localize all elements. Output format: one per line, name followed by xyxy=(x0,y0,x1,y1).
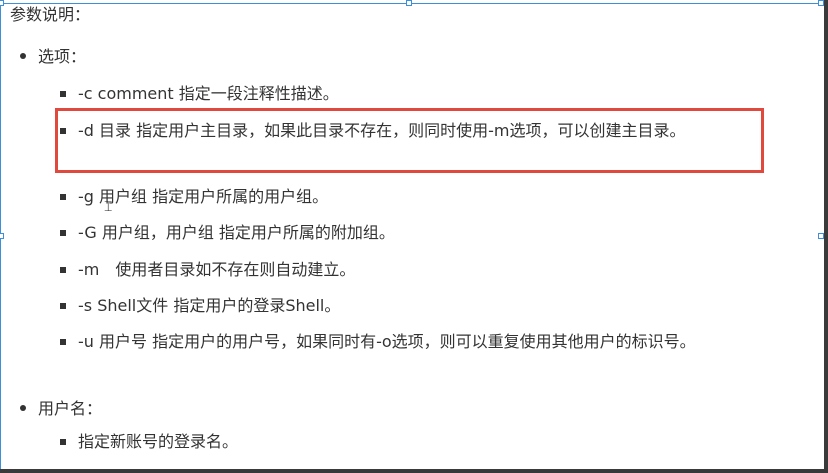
list-item: -g 用户组 指定用户所属的用户组。 xyxy=(60,184,750,209)
list-item-text: -g 用户组 指定用户所属的用户组。 xyxy=(78,187,329,206)
list-item: -u 用户号 指定用户的用户号，如果同时有-o选项，则可以重复使用其他用户的标识… xyxy=(60,329,750,354)
list-item: -G 用户组，用户组 指定用户所属的附加组。 xyxy=(60,220,750,245)
square-bullet-icon xyxy=(60,439,66,445)
resize-handle-top-right[interactable] xyxy=(818,0,824,6)
section-label: 用户名： xyxy=(38,399,103,418)
document-canvas: 参数说明： 选项： -c comment 指定一段注释性描述。 -d 目录 指定… xyxy=(0,0,828,473)
resize-handle-top-left[interactable] xyxy=(0,0,4,6)
square-bullet-icon xyxy=(60,303,66,309)
resize-handle-middle-right[interactable] xyxy=(818,233,824,239)
list-item: -s Shell文件 指定用户的登录Shell。 xyxy=(60,293,750,318)
square-bullet-icon xyxy=(60,339,66,345)
list-item-text: 指定新账号的登录名。 xyxy=(78,432,239,451)
square-bullet-icon xyxy=(60,267,66,273)
text-cursor-icon: ⌶ xyxy=(104,199,113,215)
list-item-text: -s Shell文件 指定用户的登录Shell。 xyxy=(78,296,341,315)
section-label: 选项： xyxy=(38,47,87,66)
section-options: 选项： xyxy=(20,46,86,68)
square-bullet-icon xyxy=(60,91,66,97)
list-item: 指定新账号的登录名。 xyxy=(60,429,750,454)
section-username: 用户名： xyxy=(20,398,102,420)
square-bullet-icon xyxy=(60,194,66,200)
list-item: -m 使用者目录如不存在则自动建立。 xyxy=(60,257,750,282)
selection-border-top xyxy=(0,3,824,4)
list-item: -c comment 指定一段注释性描述。 xyxy=(60,81,750,106)
square-bullet-icon xyxy=(60,230,66,236)
bullet-icon xyxy=(20,52,26,59)
highlight-box xyxy=(55,108,764,173)
resize-handle-top-center[interactable] xyxy=(406,0,412,6)
list-item-text: -G 用户组，用户组 指定用户所属的附加组。 xyxy=(78,223,395,242)
list-item-text: -u 用户号 指定用户的用户号，如果同时有-o选项，则可以重复使用其他用户的标识… xyxy=(78,332,696,351)
page-title: 参数说明： xyxy=(10,5,91,24)
list-item-text: -c comment 指定一段注释性描述。 xyxy=(78,84,339,103)
list-item-text: -m 使用者目录如不存在则自动建立。 xyxy=(78,260,356,279)
bullet-icon xyxy=(20,404,26,411)
resize-handle-middle-left[interactable] xyxy=(0,233,4,239)
